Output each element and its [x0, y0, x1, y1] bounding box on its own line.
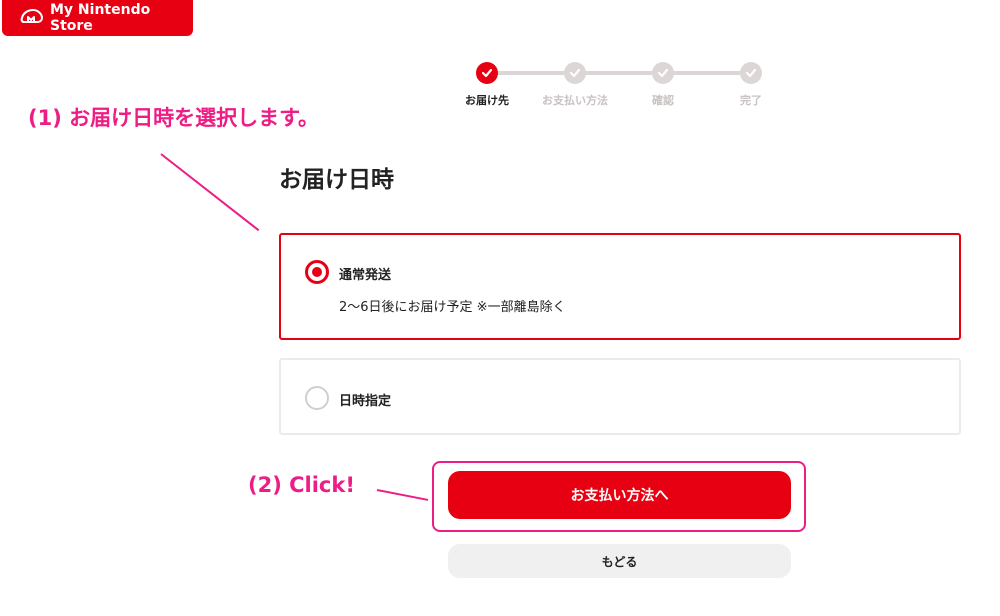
- annotation-pointer-line: [160, 153, 260, 232]
- proceed-to-payment-button[interactable]: お支払い方法へ: [448, 471, 791, 519]
- check-icon: [569, 68, 581, 78]
- delivery-option-scheduled[interactable]: 日時指定: [279, 358, 961, 435]
- page-title: お届け日時: [279, 167, 394, 193]
- step-dot-complete: [740, 62, 762, 84]
- option-label: 日時指定: [339, 394, 392, 409]
- option-label: 通常発送: [339, 268, 392, 283]
- delivery-option-standard[interactable]: 通常発送 2〜6日後にお届け予定 ※一部離島除く: [279, 233, 961, 340]
- stepper-connector: [487, 71, 575, 75]
- check-icon: [745, 68, 757, 78]
- step-label-confirm: 確認: [652, 94, 674, 107]
- stepper-connector: [663, 71, 751, 75]
- step-label-payment: お支払い方法: [542, 94, 608, 107]
- step-dot-confirm: [652, 62, 674, 84]
- back-button[interactable]: もどる: [448, 544, 791, 578]
- radio-selected[interactable]: [305, 260, 329, 284]
- radio-unselected[interactable]: [305, 386, 329, 410]
- annotation-step2: (2) Click!: [248, 473, 355, 497]
- option-description: 2〜6日後にお届け予定 ※一部離島除く: [339, 300, 566, 315]
- annotation-pointer-line: [376, 489, 429, 501]
- logo-text: My Nintendo Store: [50, 2, 151, 34]
- check-icon: [481, 68, 493, 78]
- stepper-connector: [575, 71, 663, 75]
- step-dot-delivery: [476, 62, 498, 84]
- step-label-complete: 完了: [740, 94, 762, 107]
- checkout-stepper: お届け先 お支払い方法 確認 完了: [440, 60, 800, 110]
- mario-cap-icon: [20, 8, 44, 28]
- check-icon: [657, 68, 669, 78]
- store-logo[interactable]: My Nintendo Store: [2, 0, 193, 36]
- annotation-step1: (1) お届け日時を選択します。: [28, 106, 320, 130]
- step-dot-payment: [564, 62, 586, 84]
- step-label-delivery: お届け先: [465, 94, 509, 107]
